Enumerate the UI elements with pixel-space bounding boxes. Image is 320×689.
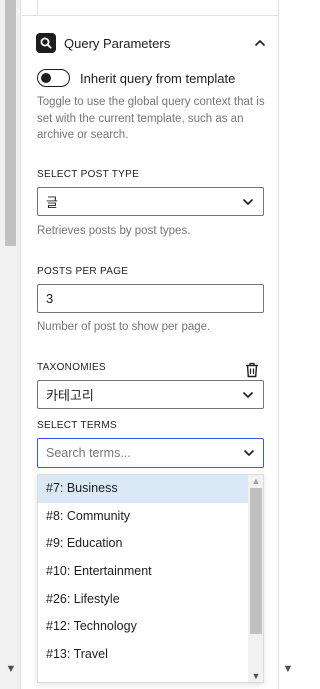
- posts-per-page-label: POSTS PER PAGE: [37, 266, 129, 277]
- dropdown-scrollbar-thumb[interactable]: [250, 488, 262, 634]
- scroll-down-arrow-icon[interactable]: ▼: [282, 663, 294, 675]
- term-option[interactable]: #26: Lifestyle: [38, 586, 248, 614]
- posts-per-page-help: Number of post to show per page.: [37, 321, 211, 333]
- term-option[interactable]: #12: Technology: [38, 613, 248, 641]
- inherit-query-toggle[interactable]: [37, 69, 70, 87]
- inherit-query-row: Inherit query from template: [37, 69, 235, 87]
- inherit-query-label: Inherit query from template: [80, 70, 236, 86]
- posts-per-page-input[interactable]: [37, 284, 264, 313]
- term-option[interactable]: #13: Travel: [38, 641, 248, 669]
- terms-search-combobox[interactable]: [37, 438, 264, 468]
- chevron-down-icon[interactable]: [243, 444, 255, 462]
- taxonomies-value: 카테고리: [46, 388, 94, 403]
- query-parameters-panel: Query Parameters Inherit query from temp…: [22, 17, 278, 689]
- term-option[interactable]: #8: Community: [38, 503, 248, 531]
- term-option[interactable]: #10: Entertainment: [38, 558, 248, 586]
- inherit-query-help: Toggle to use the global query context t…: [37, 96, 265, 141]
- trash-icon[interactable]: [245, 362, 259, 378]
- terms-search-input[interactable]: [46, 446, 243, 460]
- term-option[interactable]: #9: Education: [38, 530, 248, 558]
- terms-dropdown-list: #7: Business #8: Community #9: Education #1…: [37, 474, 264, 683]
- terms-options: #7: Business #8: Community #9: Education #1…: [38, 475, 248, 669]
- post-type-value: 글: [46, 195, 58, 210]
- post-type-help: Retrieves posts by post types.: [37, 225, 191, 237]
- select-terms-label: SELECT TERMS: [37, 420, 117, 431]
- sidebar-scrollbar-thumb[interactable]: [5, 0, 16, 246]
- panel-title: Query Parameters: [64, 35, 171, 51]
- query-loop-icon: [36, 33, 56, 53]
- previous-panel-edge: [22, 0, 278, 16]
- post-type-label: SELECT POST TYPE: [37, 169, 140, 180]
- scroll-down-arrow-icon[interactable]: ▼: [5, 663, 17, 675]
- taxonomies-label: TAXONOMIES: [37, 362, 106, 373]
- chevron-down-icon: [241, 195, 255, 209]
- term-option[interactable]: #7: Business: [38, 475, 248, 503]
- scroll-up-arrow-icon[interactable]: ▲: [248, 475, 263, 487]
- right-panel-edge: ▼: [278, 0, 296, 689]
- taxonomies-select[interactable]: 카테고리: [37, 380, 264, 409]
- dropdown-scrollbar[interactable]: ▲ ▼: [248, 475, 263, 682]
- panel-header[interactable]: Query Parameters: [36, 32, 268, 54]
- chevron-down-icon: [241, 388, 255, 402]
- sidebar-scrollbar[interactable]: ▼: [0, 0, 21, 689]
- post-type-select[interactable]: 글: [37, 187, 264, 216]
- scroll-down-arrow-icon[interactable]: ▼: [248, 670, 263, 682]
- chevron-up-icon[interactable]: [252, 35, 268, 51]
